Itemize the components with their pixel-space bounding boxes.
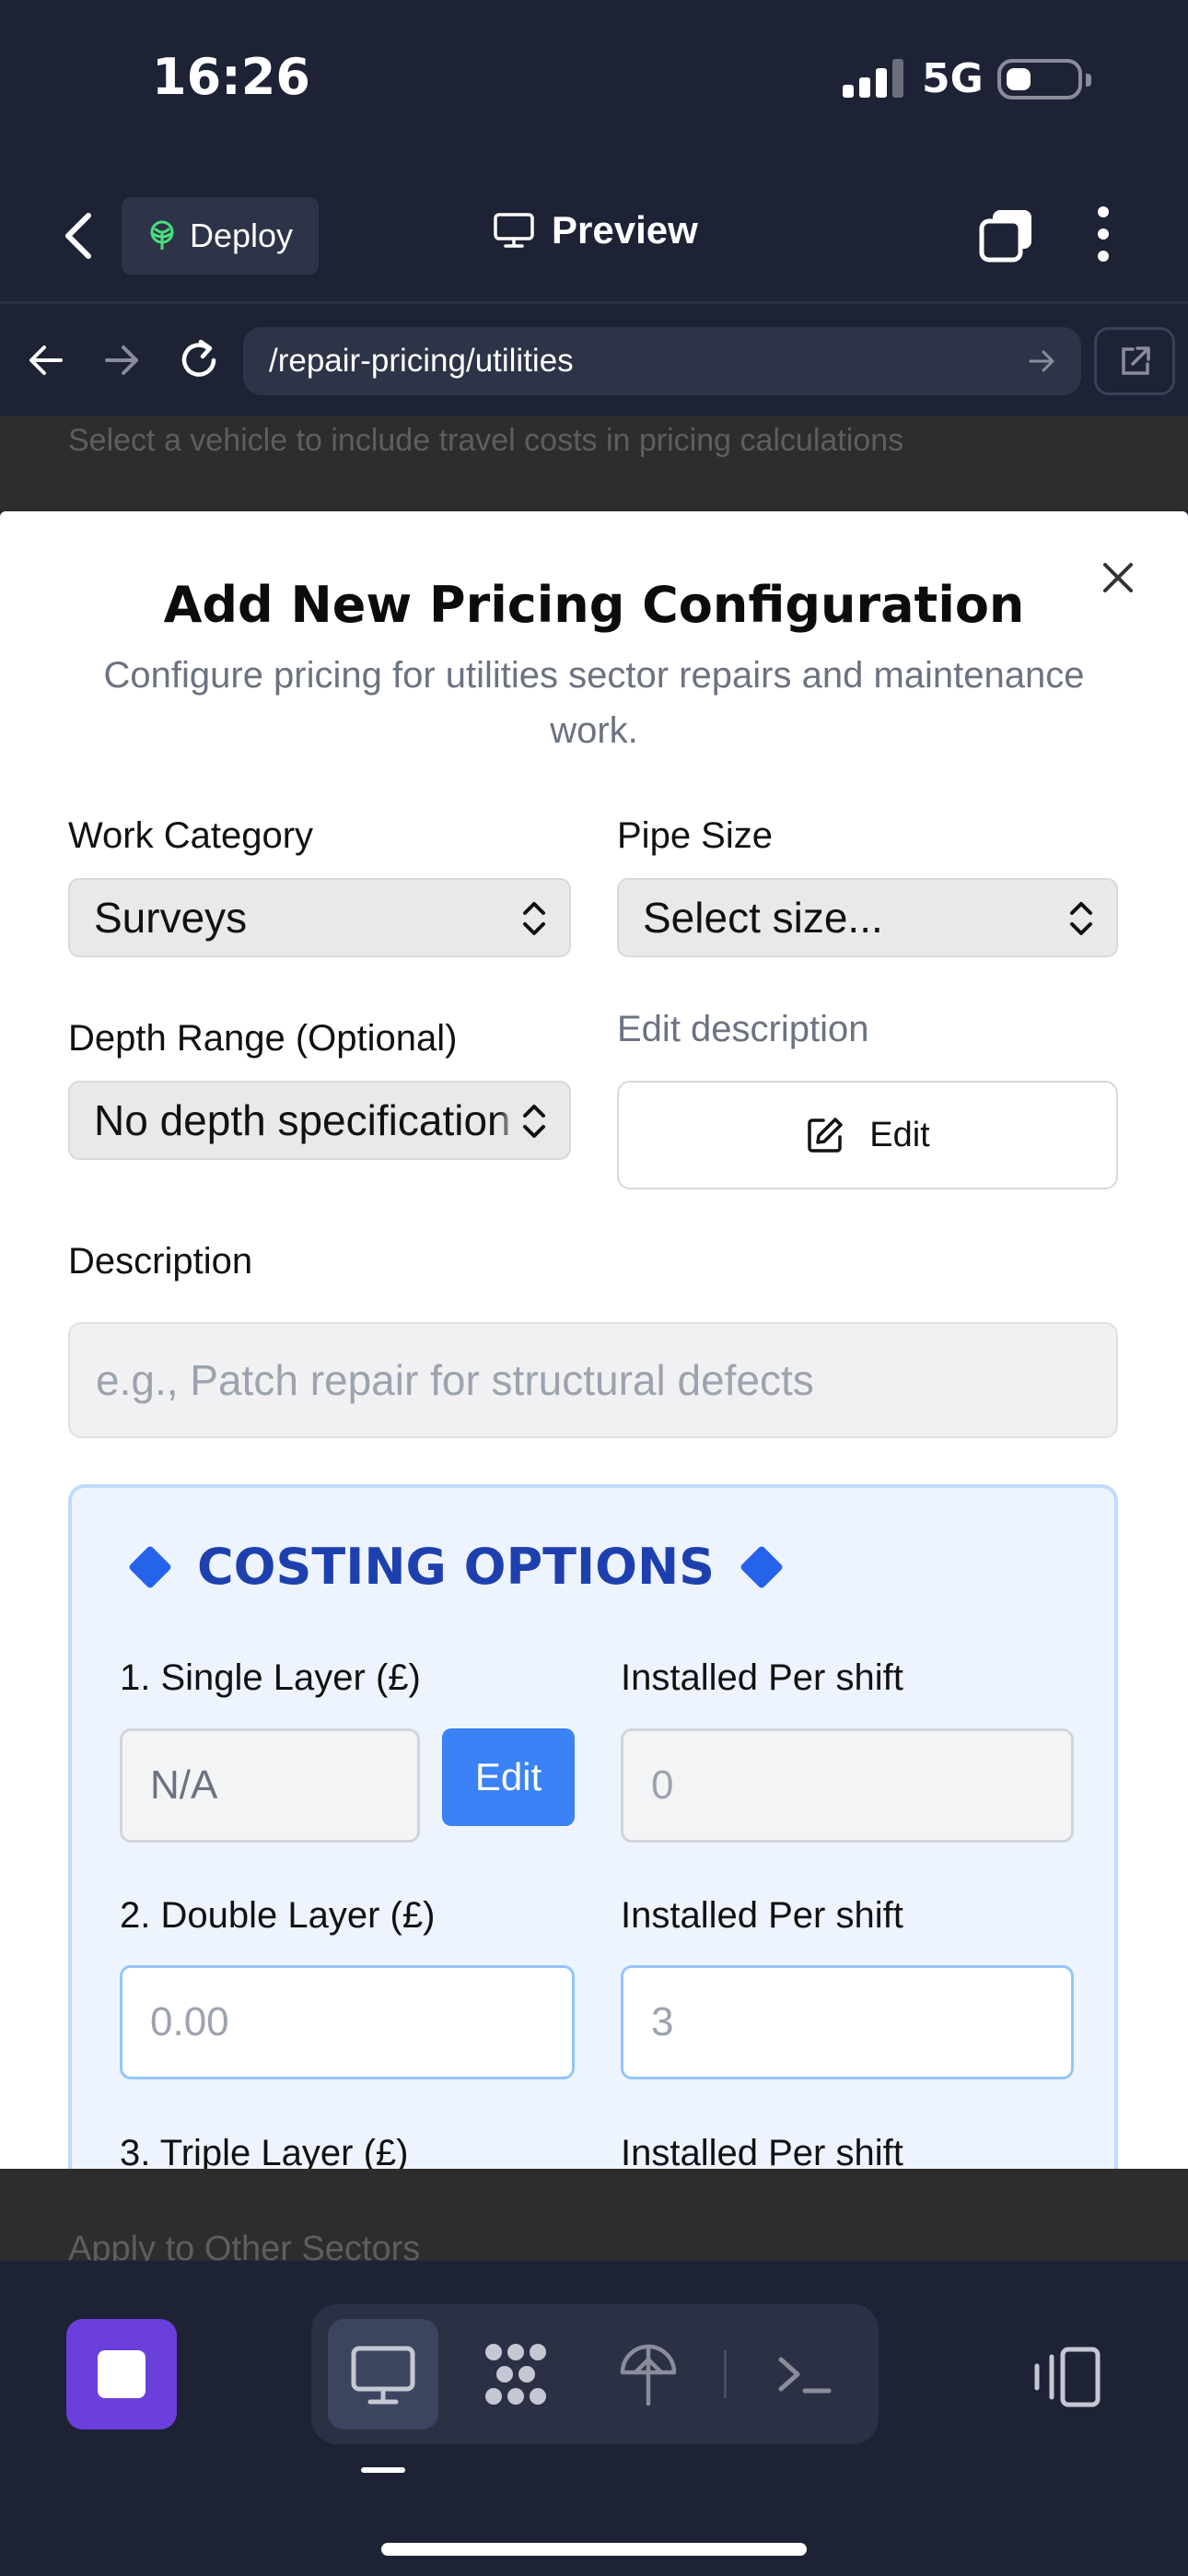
workflow-tool[interactable] (460, 2319, 571, 2430)
costing-options-title: COSTING OPTIONS (197, 1538, 716, 1596)
device-switch-icon[interactable] (1030, 2344, 1103, 2410)
terminal-tool[interactable] (748, 2319, 858, 2430)
open-external-button[interactable] (1094, 327, 1175, 395)
browser-forward-icon[interactable] (96, 334, 147, 386)
deploy-tool[interactable] (593, 2319, 704, 2430)
go-arrow-icon[interactable] (1026, 345, 1057, 377)
diamond-icon (740, 1544, 785, 1589)
double-layer-per-shift-label: Installed Per shift (621, 1895, 903, 1936)
background-apply-sectors: Apply to Other Sectors (0, 2169, 1188, 2261)
modal-title: Add New Pricing Configuration (163, 576, 1025, 634)
description-placeholder: e.g., Patch repair for structural defect… (96, 1356, 814, 1404)
external-link-icon (1122, 346, 1150, 375)
battery-icon (997, 59, 1091, 100)
deploy-icon (150, 220, 174, 250)
depth-range-label: Depth Range (Optional) (68, 1018, 458, 1059)
home-indicator[interactable] (381, 2543, 807, 2556)
work-category-select[interactable]: Surveys (68, 878, 571, 957)
double-layer-label: 2. Double Layer (£) (120, 1895, 436, 1936)
preview-tab[interactable]: Preview (493, 208, 698, 252)
browser-bar: /repair-pricing/utilities (0, 307, 1188, 416)
tabs-icon[interactable] (978, 206, 1035, 263)
bottom-toolbar (0, 2261, 1188, 2576)
app-header: Deploy Preview (0, 166, 1188, 304)
pipe-size-select[interactable]: Select size... (617, 878, 1118, 957)
tool-switcher (311, 2304, 879, 2444)
network-type: 5G (922, 55, 984, 102)
background-vehicle-hint: Select a vehicle to include travel costs… (0, 416, 1188, 511)
more-menu-icon[interactable] (1092, 206, 1114, 262)
toolbar-divider (724, 2350, 727, 2398)
preview-label: Preview (552, 208, 698, 252)
edit-description-label: Edit description (617, 1009, 869, 1049)
triple-layer-label: 3. Triple Layer (£) (120, 2133, 409, 2169)
url-text: /repair-pricing/utilities (269, 343, 574, 379)
deploy-icon (620, 2344, 677, 2406)
single-layer-value: N/A (150, 1762, 218, 1808)
edit-description-button-label: Edit (869, 1115, 930, 1154)
work-category-label: Work Category (68, 815, 314, 856)
single-layer-input[interactable]: N/A (120, 1728, 420, 1843)
double-layer-per-shift-input[interactable]: 3 (621, 1965, 1074, 2079)
diamond-icon (127, 1544, 173, 1589)
reload-icon[interactable] (173, 334, 225, 386)
browser-back-icon[interactable] (20, 334, 72, 386)
status-bar: 16:26 5G (0, 0, 1188, 166)
clock: 16:26 (152, 48, 310, 106)
terminal-icon (778, 2357, 832, 2394)
double-layer-per-shift-placeholder: 3 (651, 1999, 674, 2044)
stop-button[interactable] (66, 2319, 177, 2430)
double-layer-placeholder: 0.00 (150, 1999, 229, 2044)
modal-subtitle: Configure pricing for utilities sector r… (103, 655, 1085, 751)
cluster-icon (485, 2344, 546, 2405)
back-chevron-icon[interactable] (55, 203, 99, 269)
signal-icon (841, 59, 905, 98)
stop-icon (98, 2350, 146, 2398)
depth-range-select[interactable]: No depth specification (68, 1081, 571, 1160)
double-layer-input[interactable]: 0.00 (120, 1965, 575, 2079)
single-layer-label: 1. Single Layer (£) (120, 1657, 421, 1698)
single-layer-per-shift-label: Installed Per shift (621, 1657, 903, 1698)
triple-layer-per-shift-label: Installed Per shift (621, 2133, 903, 2169)
chevron-updown-icon (519, 1101, 549, 1142)
chevron-updown-icon (519, 898, 549, 939)
pipe-size-label: Pipe Size (617, 815, 773, 856)
single-layer-per-shift-input[interactable]: 0 (621, 1728, 1074, 1843)
active-tool-indicator (361, 2467, 405, 2473)
depth-range-value: No depth specification (94, 1096, 511, 1144)
deploy-button[interactable]: Deploy (122, 197, 319, 275)
monitor-icon (351, 2346, 415, 2405)
work-category-value: Surveys (94, 894, 248, 942)
desktop-preview-tool[interactable] (328, 2319, 438, 2430)
description-input[interactable]: e.g., Patch repair for structural defect… (68, 1322, 1118, 1438)
deploy-label: Deploy (189, 217, 294, 254)
chevron-updown-icon (1066, 898, 1096, 939)
edit-icon (808, 1118, 843, 1153)
single-layer-edit-button[interactable]: Edit (442, 1728, 575, 1826)
url-field[interactable]: /repair-pricing/utilities (243, 327, 1081, 395)
description-label: Description (68, 1241, 253, 1282)
single-layer-per-shift-placeholder: 0 (651, 1762, 674, 1808)
edit-description-button[interactable]: Edit (617, 1081, 1118, 1189)
costing-options-panel: COSTING OPTIONS 1. Single Layer (£) N/A … (68, 1484, 1118, 2169)
pricing-config-modal: Add New Pricing Configuration Configure … (0, 511, 1188, 2169)
costing-options-heading: COSTING OPTIONS (123, 1538, 788, 1596)
monitor-icon (494, 213, 534, 248)
pipe-size-value: Select size... (643, 894, 883, 942)
